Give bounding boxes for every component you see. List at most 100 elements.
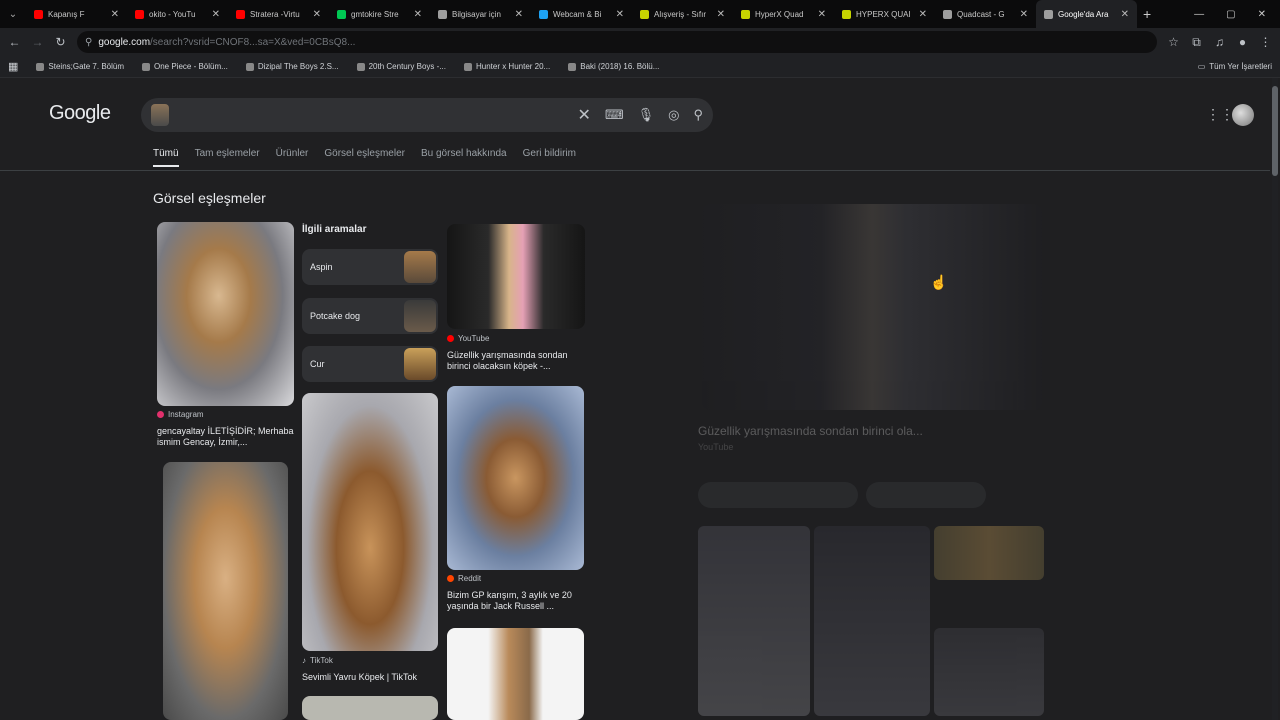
browser-tab[interactable]: Bilgisayar için ✕	[430, 0, 531, 28]
result-caption-instagram[interactable]: gencayaltay İLETİŞİDİR; Merhaba ismim Ge…	[157, 426, 297, 448]
tab-close-icon[interactable]: ✕	[313, 9, 321, 20]
detail-related-image-2[interactable]	[814, 526, 930, 716]
filter-tab[interactable]: Tam eşlemeler	[195, 148, 260, 167]
filter-tab[interactable]: Geri bildirim	[523, 148, 576, 167]
tiktok-icon: ♪	[302, 656, 306, 665]
tab-favicon-icon	[337, 9, 346, 19]
bookmark-item[interactable]: One Piece - Bölüm...	[142, 62, 228, 71]
related-chip-cur[interactable]: Cur	[302, 346, 438, 382]
filter-tabs: Tümü Tam eşlemeler Ürünler Görsel eşleşmele…	[153, 148, 576, 167]
mic-icon[interactable]: 🎙	[638, 107, 655, 123]
tab-favicon-icon	[539, 9, 548, 19]
reload-icon[interactable]: ↻	[54, 35, 67, 49]
tab-strip: ⌄ Kapanış F ✕ okito - YouTu ✕ Stratera -Virt…	[0, 0, 1280, 28]
result-image-5[interactable]	[302, 696, 438, 720]
result-image-youtube[interactable]	[447, 224, 585, 329]
google-logo[interactable]: Google	[49, 102, 111, 125]
result-source-reddit[interactable]: Reddit	[447, 574, 481, 583]
result-caption-youtube[interactable]: Güzellik yarışmasında sondan birinci ola…	[447, 350, 587, 372]
bookmark-item[interactable]: Baki (2018) 16. Bölü...	[568, 62, 659, 71]
browser-tab[interactable]: Webcam & Bi ✕	[531, 0, 632, 28]
browser-tab[interactable]: gmtokire Stre ✕	[329, 0, 430, 28]
scrollbar-thumb[interactable]	[1272, 86, 1278, 176]
tab-close-icon[interactable]: ✕	[1121, 9, 1129, 20]
bookmark-item[interactable]: Hunter x Hunter 20...	[463, 62, 550, 71]
detail-related-image-1[interactable]	[698, 526, 810, 716]
tab-search-icon[interactable]: ⌄	[0, 9, 26, 20]
search-icon[interactable]: ⚲	[693, 107, 703, 123]
result-source-tiktok[interactable]: ♪ TikTok	[302, 656, 333, 665]
close-window-icon[interactable]: ✕	[1258, 9, 1266, 20]
profile-icon[interactable]: ●	[1236, 35, 1249, 49]
detail-share-button[interactable]	[866, 482, 986, 508]
detail-title[interactable]: Güzellik yarışmasında sondan birinci ola…	[698, 424, 923, 438]
detail-hero-image[interactable]	[702, 204, 1042, 410]
browser-tab[interactable]: Quadcast - G ✕	[935, 0, 1036, 28]
detail-related-image-3[interactable]	[934, 526, 1044, 580]
browser-tab[interactable]: Google'da Ara ✕	[1036, 0, 1137, 28]
forward-icon[interactable]: →	[31, 35, 44, 49]
keyboard-icon[interactable]: ⌨	[605, 107, 624, 123]
filter-tab[interactable]: Ürünler	[276, 148, 309, 167]
back-icon[interactable]: ←	[8, 35, 21, 49]
all-bookmarks[interactable]: ▭ Tüm Yer İşaretleri	[1198, 62, 1272, 71]
result-image-reddit[interactable]	[447, 386, 584, 570]
tab-close-icon[interactable]: ✕	[414, 9, 422, 20]
result-image-instagram[interactable]	[157, 222, 294, 406]
browser-tab[interactable]: HYPERX QUAI ✕	[834, 0, 935, 28]
related-chip-potcake[interactable]: Potcake dog	[302, 298, 438, 334]
search-box[interactable]: ✕ ⌨ 🎙 ◎ ⚲	[141, 98, 713, 132]
tab-close-icon[interactable]: ✕	[515, 9, 523, 20]
tab-close-icon[interactable]: ✕	[717, 9, 725, 20]
minimize-icon[interactable]: —	[1194, 9, 1204, 20]
filter-tab[interactable]: Bu görsel hakkında	[421, 148, 507, 167]
result-image-tiktok[interactable]	[302, 393, 438, 651]
browser-tab[interactable]: Stratera -Virtu ✕	[228, 0, 329, 28]
detail-pane: Güzellik yarışmasında sondan birinci ola…	[682, 174, 1062, 720]
tab-close-icon[interactable]: ✕	[616, 9, 624, 20]
related-searches-title: İlgili aramalar	[302, 224, 367, 235]
result-caption-tiktok[interactable]: Sevimli Yavru Köpek | TikTok	[302, 672, 442, 683]
browser-tab[interactable]: Kapanış F ✕	[26, 0, 127, 28]
tab-label: Kapanış F	[48, 9, 85, 19]
lens-icon[interactable]: ◎	[668, 107, 679, 123]
related-chip-aspin[interactable]: Aspin	[302, 249, 438, 285]
bookmark-star-icon[interactable]: ☆	[1167, 35, 1180, 49]
tab-close-icon[interactable]: ✕	[919, 9, 927, 20]
related-thumb-potcake	[404, 300, 436, 332]
tab-close-icon[interactable]: ✕	[111, 9, 119, 20]
apps-grid-icon[interactable]: ▦	[8, 60, 18, 73]
tab-close-icon[interactable]: ✕	[1020, 9, 1028, 20]
result-source-youtube[interactable]: YouTube	[447, 334, 489, 343]
bookmark-item[interactable]: Dizipal The Boys 2.S...	[245, 62, 339, 71]
address-bar[interactable]: ⚲ google.com /search?vsrid=CNOF8...sa=X&…	[77, 31, 1157, 53]
browser-tab[interactable]: Alışveriş - Sıfır ✕	[632, 0, 733, 28]
filter-tab[interactable]: Tümü	[153, 148, 179, 167]
filter-tab[interactable]: Görsel eşleşmeler	[324, 148, 405, 167]
tab-close-icon[interactable]: ✕	[818, 9, 826, 20]
bookmark-item[interactable]: 20th Century Boys -...	[356, 62, 446, 71]
tab-favicon-icon	[438, 9, 447, 19]
bookmarks-bar: ▦ Steins;Gate 7. Bölüm One Piece - Bölüm.…	[0, 56, 1280, 78]
result-image-6[interactable]	[447, 628, 584, 720]
bookmark-item[interactable]: Steins;Gate 7. Bölüm	[36, 62, 124, 71]
new-tab-button[interactable]: +	[1143, 6, 1151, 22]
tab-favicon-icon	[34, 9, 43, 19]
detail-visit-button[interactable]	[698, 482, 858, 508]
tab-favicon-icon	[1044, 9, 1053, 19]
result-source-instagram[interactable]: Instagram	[157, 410, 204, 419]
browser-tab[interactable]: HyperX Quad ✕	[733, 0, 834, 28]
maximize-icon[interactable]: ▢	[1226, 9, 1235, 20]
result-caption-reddit[interactable]: Bizim GP karışım, 3 aylık ve 20 yaşında …	[447, 590, 587, 612]
tab-close-icon[interactable]: ✕	[212, 9, 220, 20]
extensions-icon[interactable]: ⧉	[1190, 35, 1203, 50]
query-image-thumbnail[interactable]	[151, 104, 169, 126]
detail-related-image-4[interactable]	[934, 628, 1044, 716]
clear-icon[interactable]: ✕	[577, 105, 590, 125]
browser-menu-icon[interactable]: ⋮	[1259, 35, 1272, 49]
account-avatar[interactable]	[1232, 104, 1254, 126]
result-image-2[interactable]	[163, 462, 288, 720]
browser-tab[interactable]: okito - YouTu ✕	[127, 0, 228, 28]
site-info-icon[interactable]: ⚲	[85, 37, 92, 48]
media-icon[interactable]: ♫	[1213, 35, 1226, 49]
